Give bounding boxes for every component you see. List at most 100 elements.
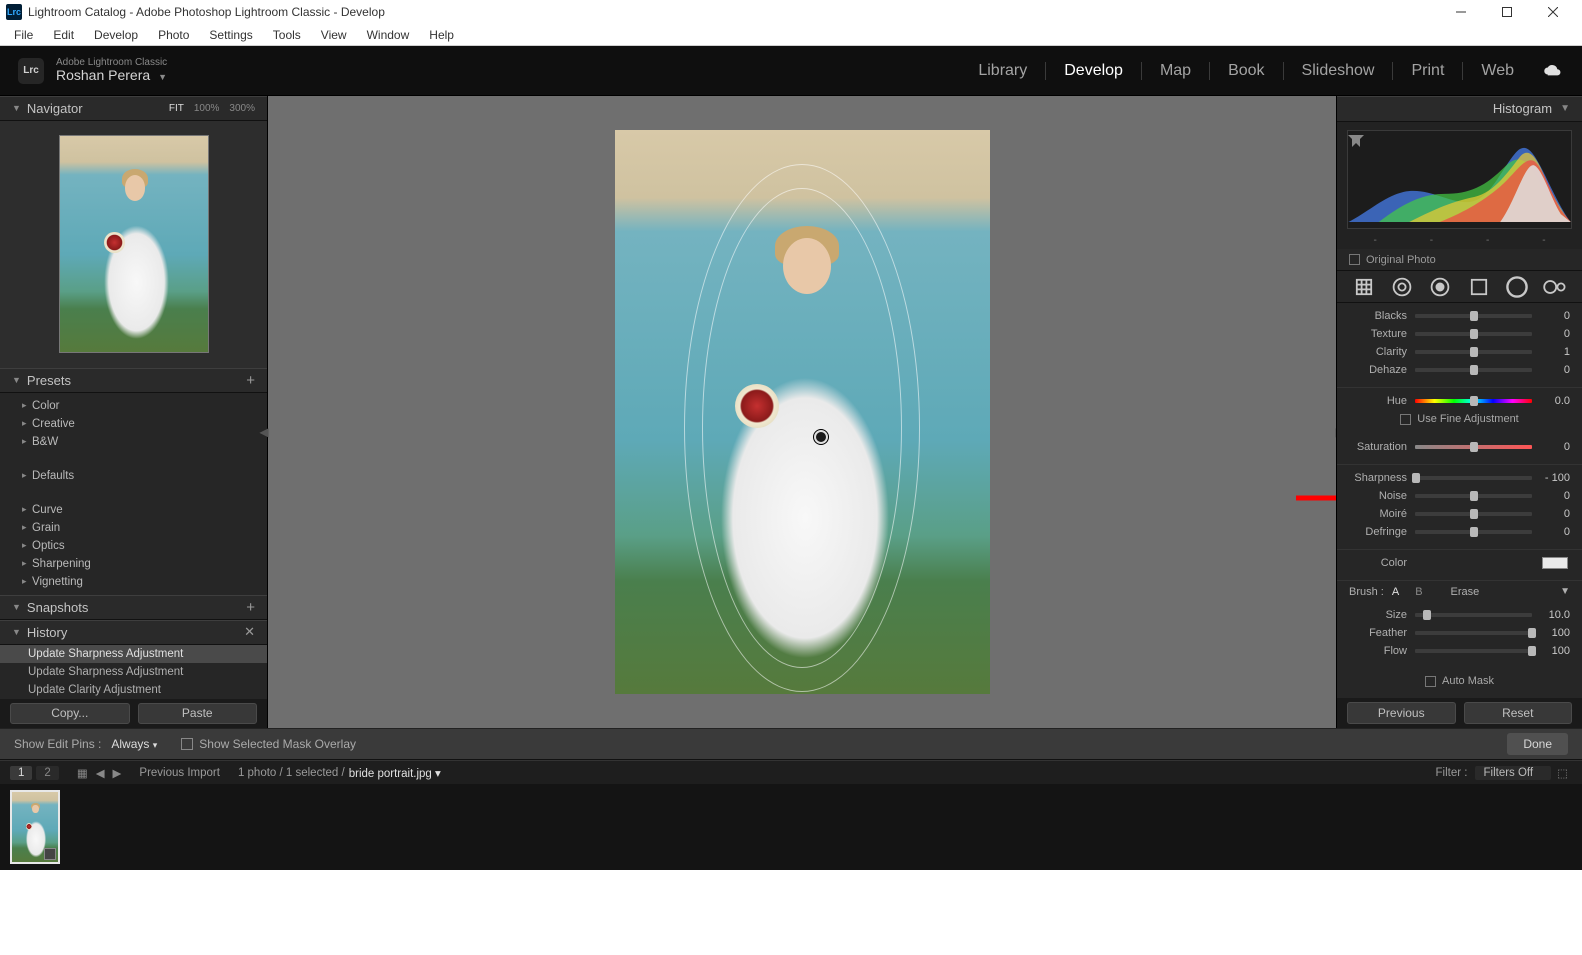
previous-button[interactable]: Previous <box>1347 702 1456 724</box>
left-panel-toggle[interactable]: ◀ <box>259 412 269 452</box>
module-print[interactable]: Print <box>1393 62 1463 80</box>
add-preset-icon[interactable]: + <box>246 372 255 389</box>
preset-b-w[interactable]: ▸B&W <box>0 433 267 451</box>
current-filename[interactable]: bride portrait.jpg ▾ <box>349 766 441 780</box>
minimize-button[interactable] <box>1438 0 1484 24</box>
done-button[interactable]: Done <box>1507 733 1568 755</box>
presets-header[interactable]: ▼Presets + <box>0 368 267 393</box>
close-button[interactable] <box>1530 0 1576 24</box>
module-book[interactable]: Book <box>1210 62 1283 80</box>
selection-count: 1 photo / 1 selected / <box>238 767 345 779</box>
menu-help[interactable]: Help <box>419 26 464 44</box>
automask-toggle[interactable]: Auto Mask <box>1337 672 1582 690</box>
menu-edit[interactable]: Edit <box>43 26 84 44</box>
history-item[interactable]: Update Sharpness Adjustment <box>0 663 267 681</box>
preset-vignetting[interactable]: ▸Vignetting <box>0 573 267 591</box>
history-item[interactable]: Update Sharpness Adjustment <box>0 645 267 663</box>
histogram[interactable] <box>1347 130 1572 230</box>
identity-plate[interactable]: Adobe Lightroom Classic Roshan Perera▼ <box>56 57 167 83</box>
slider-noise[interactable]: Noise0 <box>1337 487 1582 505</box>
menu-develop[interactable]: Develop <box>84 26 148 44</box>
nav-zoom-300%[interactable]: 300% <box>229 103 255 114</box>
menu-view[interactable]: View <box>311 26 357 44</box>
menu-settings[interactable]: Settings <box>199 26 262 44</box>
menu-file[interactable]: File <box>4 26 43 44</box>
slider-feather[interactable]: Feather100 <box>1337 624 1582 642</box>
maximize-button[interactable] <box>1484 0 1530 24</box>
cloud-sync-icon[interactable] <box>1542 64 1564 78</box>
brush-label: Brush : <box>1349 586 1384 598</box>
slider-defringe[interactable]: Defringe0 <box>1337 523 1582 541</box>
go-back-icon[interactable]: ◀ <box>96 766 105 780</box>
filmstrip-thumbnail[interactable] <box>10 790 60 864</box>
color-picker-row[interactable]: Color <box>1337 554 1582 572</box>
primary-monitor[interactable]: 1 <box>10 766 32 780</box>
menu-window[interactable]: Window <box>357 26 420 44</box>
preset-curve[interactable]: ▸Curve <box>0 501 267 519</box>
module-web[interactable]: Web <box>1463 62 1536 80</box>
histogram-header[interactable]: Histogram▼ <box>1337 96 1582 122</box>
brush-erase[interactable]: Erase <box>1451 586 1480 598</box>
color-swatch[interactable] <box>1542 557 1568 569</box>
fine-adjust-toggle[interactable]: Use Fine Adjustment <box>1337 410 1582 428</box>
preset-list: ▸Color▸Creative▸B&W ▸Defaults ▸Curve▸Grain… <box>0 393 267 595</box>
preset-grain[interactable]: ▸Grain <box>0 519 267 537</box>
clear-history-icon[interactable]: ✕ <box>244 624 255 640</box>
copy-button[interactable]: Copy... <box>10 703 130 724</box>
preset-sharpening[interactable]: ▸Sharpening <box>0 555 267 573</box>
grid-view-icon[interactable]: ▦ <box>77 766 88 780</box>
preset-color[interactable]: ▸Color <box>0 397 267 415</box>
show-pins-dropdown[interactable]: Always ▾ <box>111 737 157 751</box>
original-photo-toggle[interactable]: Original Photo <box>1337 249 1582 271</box>
slider-texture[interactable]: Texture0 <box>1337 325 1582 343</box>
redeye-tool-icon[interactable] <box>1428 275 1452 299</box>
gradient-tool-icon[interactable] <box>1467 275 1491 299</box>
brush-tool-icon[interactable] <box>1543 275 1567 299</box>
module-slideshow[interactable]: Slideshow <box>1284 62 1394 80</box>
mask-pin[interactable] <box>814 430 828 444</box>
slider-sharpness[interactable]: Sharpness- 100 <box>1337 469 1582 487</box>
history-header[interactable]: ▼History ✕ <box>0 620 267 645</box>
filter-lock-icon[interactable]: ⬚ <box>1557 766 1568 780</box>
brush-b[interactable]: B <box>1415 586 1422 598</box>
add-snapshot-icon[interactable]: + <box>246 599 255 616</box>
module-library[interactable]: Library <box>960 62 1046 80</box>
secondary-monitor[interactable]: 2 <box>36 766 58 780</box>
slider-moiré[interactable]: Moiré0 <box>1337 505 1582 523</box>
slider-clarity[interactable]: Clarity1 <box>1337 343 1582 361</box>
slider-blacks[interactable]: Blacks0 <box>1337 307 1582 325</box>
slider-flow[interactable]: Flow100 <box>1337 642 1582 660</box>
snapshots-header[interactable]: ▼Snapshots + <box>0 595 267 620</box>
overlay-checkbox[interactable] <box>181 738 193 750</box>
heal-tool-icon[interactable] <box>1390 275 1414 299</box>
slider-dehaze[interactable]: Dehaze0 <box>1337 361 1582 379</box>
menu-bar[interactable]: FileEditDevelopPhotoSettingsToolsViewWin… <box>0 24 1582 46</box>
go-forward-icon[interactable]: ▶ <box>113 766 122 780</box>
module-develop[interactable]: Develop <box>1046 62 1142 80</box>
slider-hue[interactable]: Hue0.0 <box>1337 392 1582 410</box>
navigator-thumbnail[interactable] <box>59 135 209 353</box>
preset-defaults[interactable]: ▸Defaults <box>0 467 267 485</box>
image-canvas[interactable]: ◀ ▶ <box>268 96 1336 728</box>
navigator-header[interactable]: ▼Navigator FIT100%300% <box>0 96 267 121</box>
filmstrip[interactable] <box>0 784 1582 870</box>
preset-optics[interactable]: ▸Optics <box>0 537 267 555</box>
nav-zoom-100%[interactable]: 100% <box>194 103 220 114</box>
paste-button[interactable]: Paste <box>138 703 258 724</box>
brush-a[interactable]: A <box>1392 586 1399 598</box>
crop-tool-icon[interactable] <box>1352 275 1376 299</box>
menu-tools[interactable]: Tools <box>263 26 311 44</box>
preset-creative[interactable]: ▸Creative <box>0 415 267 433</box>
radial-tool-icon[interactable] <box>1505 275 1529 299</box>
source-label[interactable]: Previous Import <box>139 767 220 779</box>
module-map[interactable]: Map <box>1142 62 1210 80</box>
filter-dropdown[interactable]: Filters Off <box>1475 766 1551 780</box>
menu-photo[interactable]: Photo <box>148 26 199 44</box>
tool-options-bar: Show Edit Pins : Always ▾ Show Selected … <box>0 728 1582 760</box>
nav-zoom-fit[interactable]: FIT <box>169 103 184 114</box>
history-item[interactable]: Update Clarity Adjustment <box>0 681 267 699</box>
highlight-clip-icon[interactable] <box>1348 135 1360 147</box>
slider-size[interactable]: Size10.0 <box>1337 606 1582 624</box>
reset-button[interactable]: Reset <box>1464 702 1573 724</box>
slider-saturation[interactable]: Saturation0 <box>1337 438 1582 456</box>
